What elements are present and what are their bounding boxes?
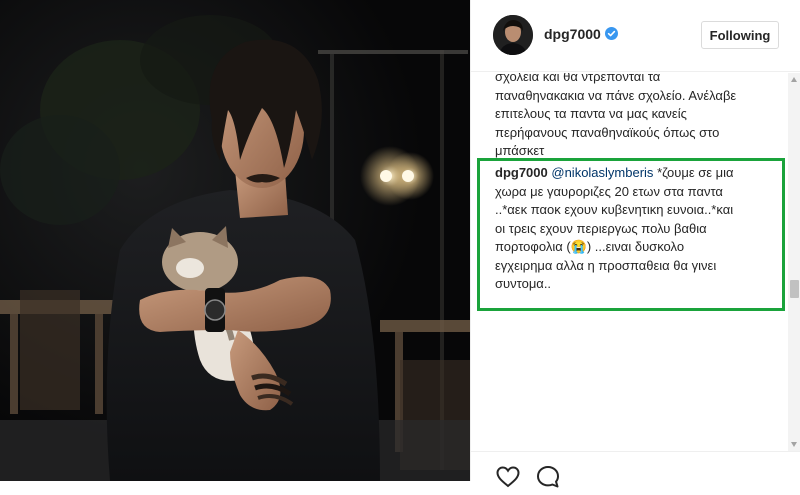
avatar[interactable] xyxy=(493,15,533,55)
comment-line: παναθηνακακια να πάνε σχολείο. Ανέλαβε xyxy=(495,87,737,103)
comment-line: επιτελους τα παντα να μας κανείς xyxy=(495,106,687,121)
comment-line: εγχειρημα αλλα η προσπαθεια θα γινει xyxy=(495,257,717,273)
post-actions xyxy=(471,451,800,488)
comment: dpg7000 @nikolaslymberis *ζουμε σε μια χ… xyxy=(495,164,777,294)
comments-list[interactable]: σχολεια και θα ντρεπονται τα παναθηνακακ… xyxy=(471,73,789,451)
comment: σχολεια και θα ντρεπονται τα παναθηνακακ… xyxy=(495,73,777,161)
comment-mention[interactable]: @nikolaslymberis xyxy=(551,165,653,180)
post-header: dpg7000 Following xyxy=(471,0,800,72)
comment-line: συντομα.. xyxy=(495,276,552,291)
post-photo[interactable] xyxy=(0,0,470,481)
post-sidebar: dpg7000 Following σχολεια και θα ντρεπον… xyxy=(470,0,800,488)
comment-line: οι τρεις εχουν περιεργως πολυ βαθια xyxy=(495,220,707,236)
comment-text: *ζουμε σε μια xyxy=(657,165,734,180)
comment-line: χωρα με γαυροριζες 20 ετων στα παντα xyxy=(495,183,723,199)
scroll-up-arrow-icon[interactable] xyxy=(791,77,797,82)
following-button[interactable]: Following xyxy=(701,21,779,49)
comment-author[interactable]: dpg7000 xyxy=(495,165,548,180)
comment-line: πορτοφολια (😭) ...ειναι δυσκολο xyxy=(495,239,685,254)
username[interactable]: dpg7000 xyxy=(544,26,601,42)
post-photo-image xyxy=(0,0,470,481)
scroll-down-arrow-icon[interactable] xyxy=(791,442,797,447)
comment-line: περήφανους παναθηναϊκούς όπως στο xyxy=(495,124,720,140)
comment-line: σχολεια και θα ντρεπονται τα xyxy=(495,73,661,84)
comment-bubble-icon[interactable] xyxy=(535,464,561,490)
comment-line: ..*αεκ παοκ εχουν κυβενητικη ευνοια..*κα… xyxy=(495,202,734,217)
comment-first-line: dpg7000 @nikolaslymberis *ζουμε σε μια xyxy=(495,164,777,183)
comments-scrollbar[interactable] xyxy=(788,73,800,451)
comment-line: μπάσκετ xyxy=(495,143,545,158)
heart-icon[interactable] xyxy=(495,464,521,490)
verified-badge-icon xyxy=(605,27,618,40)
scroll-thumb[interactable] xyxy=(790,280,799,298)
